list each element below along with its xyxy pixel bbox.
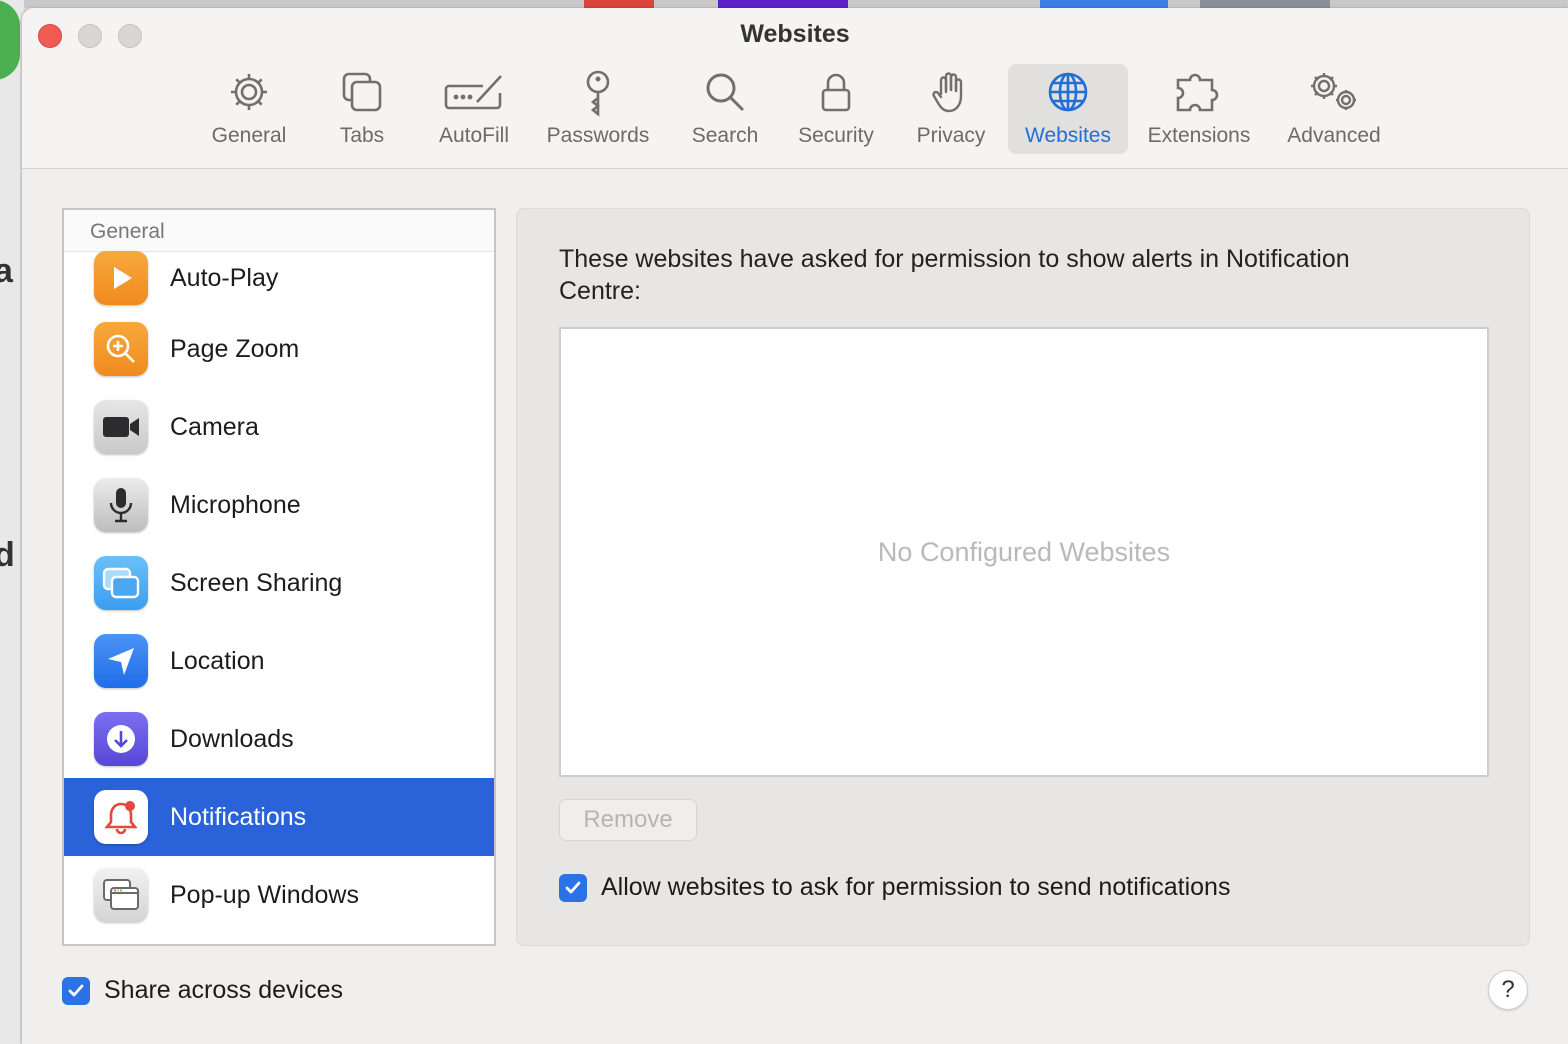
tab-tabs[interactable]: Tabs: [322, 64, 402, 154]
tab-label: AutoFill: [438, 124, 510, 147]
download-icon: [94, 712, 148, 766]
sidebar-item-auto-play[interactable]: Auto-Play: [64, 246, 494, 310]
preferences-window: Websites General Tabs AutoFill Passwords…: [22, 8, 1568, 1044]
empty-list-message: No Configured Websites: [877, 536, 1171, 567]
remove-button[interactable]: Remove: [559, 799, 697, 841]
hand-icon: [906, 70, 996, 118]
tab-general[interactable]: General: [196, 64, 302, 154]
sidebar-item-label: Pop-up Windows: [170, 880, 359, 909]
background-app: a d: [0, 0, 24, 1044]
allow-notifications-checkbox[interactable]: [559, 873, 587, 902]
tab-label: General: [211, 124, 287, 147]
allow-notifications-row[interactable]: Allow websites to ask for permission to …: [559, 873, 1230, 902]
tab-advanced[interactable]: Advanced: [1278, 64, 1390, 154]
popup-window-icon: [94, 868, 148, 922]
tab-autofill[interactable]: AutoFill: [426, 64, 522, 154]
gears-icon: [1278, 70, 1390, 118]
tab-label: Search: [691, 124, 759, 147]
sidebar-item-screen-sharing[interactable]: Screen Sharing: [64, 544, 494, 622]
sidebar-item-label: Camera: [170, 412, 259, 441]
magnifier-icon: [682, 70, 768, 118]
share-across-devices-row[interactable]: Share across devices: [62, 976, 343, 1005]
play-icon: [94, 251, 148, 305]
sidebar-item-label: Page Zoom: [170, 334, 300, 363]
website-list[interactable]: No Configured Websites: [559, 327, 1489, 777]
sidebar-item-label: Location: [170, 646, 265, 675]
tab-label: Privacy: [916, 124, 986, 147]
sidebar-item-label: Screen Sharing: [170, 568, 343, 597]
sidebar-item-label: Microphone: [170, 490, 301, 519]
puzzle-icon: [1140, 70, 1258, 118]
gear-icon: [196, 70, 302, 118]
tab-label: Security: [798, 124, 874, 147]
microphone-icon: [94, 478, 148, 532]
tabs-icon: [322, 70, 402, 118]
autofill-pencil-icon: [426, 70, 522, 118]
background-dock: [24, 0, 1568, 8]
sidebar-item-notifications[interactable]: Notifications: [64, 778, 494, 856]
screen-sharing-icon: [94, 556, 148, 610]
bell-icon: [94, 790, 148, 844]
sidebar-item-label: Notifications: [170, 802, 307, 831]
sidebar-item-label: Downloads: [170, 724, 294, 753]
camera-icon: [94, 400, 148, 454]
share-across-devices-checkbox[interactable]: [62, 976, 90, 1005]
sidebar-item-microphone[interactable]: Microphone: [64, 466, 494, 544]
location-arrow-icon: [94, 634, 148, 688]
lock-icon: [788, 70, 884, 118]
tab-privacy[interactable]: Privacy: [906, 64, 996, 154]
tab-extensions[interactable]: Extensions: [1140, 64, 1258, 154]
key-icon: [538, 70, 658, 118]
tab-label: Tabs: [339, 124, 385, 147]
globe-icon: [1008, 70, 1128, 118]
tab-security[interactable]: Security: [788, 64, 884, 154]
permission-description: These websites have asked for permission…: [559, 245, 1350, 305]
websites-sidebar: General Auto-Play Page Zoom Camera Micro…: [62, 208, 496, 946]
tab-label: Passwords: [546, 124, 650, 147]
tab-passwords[interactable]: Passwords: [538, 64, 658, 154]
share-across-devices-label: Share across devices: [104, 976, 344, 1004]
help-button[interactable]: ?: [1488, 970, 1528, 1010]
tab-label: Extensions: [1147, 124, 1251, 147]
window-title: Websites: [740, 20, 850, 48]
allow-notifications-label: Allow websites to ask for permission to …: [601, 873, 1231, 901]
tab-search[interactable]: Search: [682, 64, 768, 154]
sidebar-item-pop-up-windows[interactable]: Pop-up Windows: [64, 856, 494, 934]
tab-websites[interactable]: Websites: [1008, 64, 1128, 154]
tab-label: Advanced: [1287, 124, 1381, 147]
sidebar-item-label: Auto-Play: [170, 263, 279, 292]
sidebar-item-downloads[interactable]: Downloads: [64, 700, 494, 778]
zoom-icon: [94, 322, 148, 376]
sidebar-item-camera[interactable]: Camera: [64, 388, 494, 466]
sidebar-item-location[interactable]: Location: [64, 622, 494, 700]
tab-label: Websites: [1025, 124, 1111, 147]
notifications-panel: These websites have asked for permission…: [516, 208, 1530, 946]
toolbar: Websites General Tabs AutoFill Passwords…: [22, 8, 1568, 169]
sidebar-item-page-zoom[interactable]: Page Zoom: [64, 310, 494, 388]
